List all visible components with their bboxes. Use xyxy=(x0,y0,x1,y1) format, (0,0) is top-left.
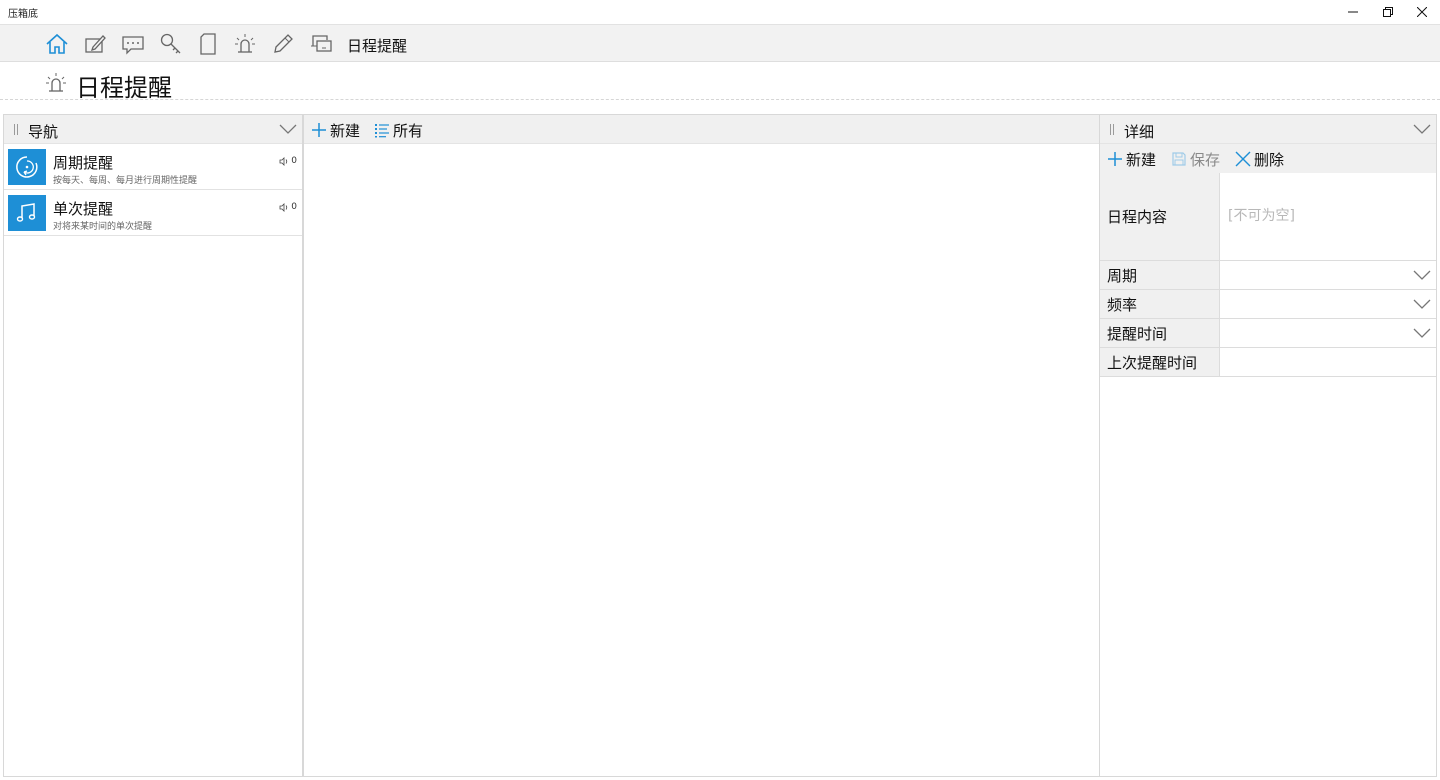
nav-item-periodic-reminder[interactable]: 周期提醒 按每天、每周、每月进行周期性提醒 0 xyxy=(4,144,302,190)
list-icon xyxy=(375,124,389,138)
message-button[interactable] xyxy=(120,31,146,57)
list-new-label: 新建 xyxy=(330,121,361,140)
pencil-button[interactable] xyxy=(270,31,296,57)
reminder-count-value: 0 xyxy=(291,202,297,212)
last-remind-value xyxy=(1220,348,1436,376)
nav-panel-title: 导航 xyxy=(28,123,59,141)
frequency-select[interactable] xyxy=(1220,290,1436,318)
chevron-down-icon[interactable] xyxy=(1412,121,1432,137)
content-label: 日程内容 xyxy=(1100,173,1220,260)
message-icon xyxy=(122,36,144,55)
detail-new-button[interactable]: 新建 xyxy=(1107,149,1156,169)
minimize-button[interactable] xyxy=(1336,0,1370,24)
detail-panel-title: 详细 xyxy=(1124,123,1155,141)
list-new-button[interactable]: 新建 xyxy=(311,120,360,140)
bell-icon xyxy=(235,34,255,53)
bell-icon xyxy=(46,73,66,92)
window-title: 压箱底 xyxy=(8,9,38,20)
detail-new-label: 新建 xyxy=(1126,150,1157,169)
note-button[interactable] xyxy=(195,31,221,57)
list-panel: 新建 所有 xyxy=(303,114,1100,777)
content-row: 日程内容 xyxy=(1100,173,1436,261)
edit-button[interactable] xyxy=(82,31,108,57)
page-title: 日程提醒 xyxy=(76,74,172,102)
drag-handle[interactable] xyxy=(1110,124,1114,135)
reminder-count: 0 xyxy=(279,202,297,212)
nav-item-title: 单次提醒 xyxy=(53,200,114,218)
cycle-icon xyxy=(8,149,46,185)
close-icon xyxy=(1235,151,1251,167)
home-icon xyxy=(46,33,68,54)
close-button[interactable] xyxy=(1405,0,1439,24)
drag-handle[interactable] xyxy=(14,124,18,135)
nav-item-title: 周期提醒 xyxy=(53,154,114,172)
chevron-down-icon xyxy=(1413,328,1431,338)
last-remind-label: 上次提醒时间 xyxy=(1100,348,1220,376)
cycle-label: 周期 xyxy=(1100,261,1220,289)
edit-icon xyxy=(85,35,106,53)
detail-panel: 详细 新建 保存 删除 日程内容 周期 xyxy=(1099,114,1437,777)
main-toolbar: 日程提醒 xyxy=(0,24,1440,62)
remind-time-row: 提醒时间 xyxy=(1100,319,1436,348)
nav-panel-header: 导航 xyxy=(4,115,302,144)
monitor-button[interactable] xyxy=(308,31,334,57)
cycle-row: 周期 xyxy=(1100,261,1436,290)
detail-delete-button[interactable]: 删除 xyxy=(1235,149,1284,169)
key-icon xyxy=(160,33,181,54)
restore-button[interactable] xyxy=(1371,0,1405,24)
remind-time-select[interactable] xyxy=(1220,319,1436,347)
close-icon xyxy=(1417,7,1427,17)
reminder-count-value: 0 xyxy=(291,156,297,166)
frequency-label: 频率 xyxy=(1100,290,1220,318)
reminder-count: 0 xyxy=(279,156,297,166)
plus-icon xyxy=(312,123,326,137)
music-note-icon xyxy=(8,195,46,231)
nav-item-subtitle: 按每天、每周、每月进行周期性提醒 xyxy=(53,176,198,186)
reminder-button[interactable] xyxy=(232,31,258,57)
note-icon xyxy=(200,33,216,55)
chevron-down-icon xyxy=(1413,299,1431,309)
list-all-label: 所有 xyxy=(393,121,424,140)
detail-save-button[interactable]: 保存 xyxy=(1171,149,1220,169)
speaker-icon xyxy=(279,156,288,166)
toolbar-current-label: 日程提醒 xyxy=(347,37,408,55)
list-all-button[interactable]: 所有 xyxy=(374,120,423,140)
nav-item-subtitle: 对将来某时间的单次提醒 xyxy=(53,222,153,232)
chevron-down-icon xyxy=(1413,270,1431,280)
home-button[interactable] xyxy=(44,31,70,57)
detail-panel-header: 详细 xyxy=(1100,115,1436,144)
cycle-select[interactable] xyxy=(1220,261,1436,289)
title-bar: 压箱底 xyxy=(0,0,1440,24)
key-button[interactable] xyxy=(158,31,184,57)
pencil-icon xyxy=(274,34,293,53)
content-cell xyxy=(1220,173,1436,260)
nav-panel: 导航 周期提醒 按每天、每周、每月进行周期性提醒 0 单次提醒 对将来某时间的单… xyxy=(3,114,303,777)
detail-delete-label: 删除 xyxy=(1254,150,1285,169)
detail-toolbar: 新建 保存 删除 xyxy=(1100,144,1436,173)
content-input[interactable] xyxy=(1220,173,1436,260)
minimize-icon xyxy=(1348,11,1358,13)
speaker-icon xyxy=(279,202,288,212)
chevron-down-icon[interactable] xyxy=(278,121,298,137)
monitor-icon xyxy=(311,35,332,52)
remind-time-label: 提醒时间 xyxy=(1100,319,1220,347)
last-remind-row: 上次提醒时间 xyxy=(1100,348,1436,377)
save-icon xyxy=(1172,152,1186,166)
plus-icon xyxy=(1108,152,1122,166)
frequency-row: 频率 xyxy=(1100,290,1436,319)
restore-icon xyxy=(1383,7,1393,17)
detail-save-label: 保存 xyxy=(1190,150,1221,169)
detail-form: 日程内容 周期 频率 提醒时间 上次提醒时间 xyxy=(1100,173,1436,377)
page-header: 日程提醒 xyxy=(0,62,1440,102)
list-panel-toolbar: 新建 所有 xyxy=(304,115,1099,144)
nav-item-single-reminder[interactable]: 单次提醒 对将来某时间的单次提醒 0 xyxy=(4,190,302,236)
